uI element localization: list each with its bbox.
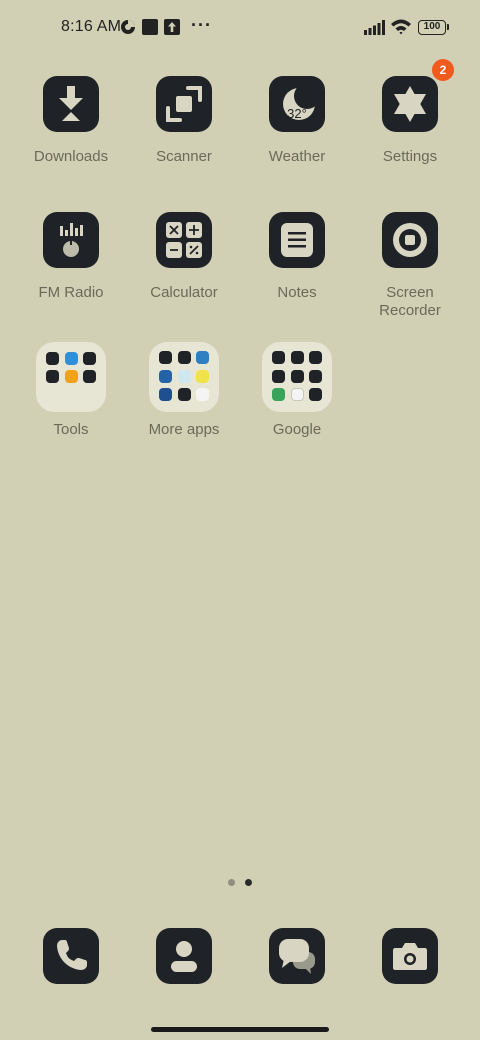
mini-app-icon — [272, 388, 285, 401]
mini-app-icon — [309, 351, 322, 364]
dock-contacts[interactable] — [156, 928, 212, 984]
dock-messages[interactable] — [269, 928, 325, 984]
battery-indicator: 100 — [418, 20, 449, 35]
folder-icon — [36, 342, 106, 412]
mini-app-icon — [46, 370, 59, 383]
wifi-icon — [391, 19, 411, 35]
mini-app-icon — [65, 352, 78, 365]
folder-label: More apps — [148, 421, 220, 438]
app-scanner[interactable]: Scanner — [128, 76, 240, 166]
mini-app-icon — [83, 352, 96, 365]
mini-app-icon — [178, 370, 191, 383]
app-label: Screen Recorder — [379, 284, 441, 319]
camera-icon — [393, 943, 427, 970]
app-label: Weather — [268, 148, 326, 165]
mini-app-icon — [178, 351, 191, 364]
folder-label: Tools — [53, 421, 89, 438]
page-indicator-2[interactable] — [245, 879, 252, 886]
folder-label: Google — [272, 421, 322, 438]
mini-app-icon — [159, 388, 172, 401]
upload-icon — [164, 19, 180, 35]
signal-icon — [364, 20, 385, 35]
mini-app-icon — [46, 352, 59, 365]
data-saver-icon — [121, 20, 135, 34]
folder-google[interactable]: Google — [241, 342, 353, 439]
status-time: 8:16 AM — [61, 18, 122, 35]
app-weather[interactable]: 32° Weather — [241, 76, 353, 166]
app-label: Calculator — [150, 284, 218, 301]
app-label: Downloads — [33, 148, 109, 165]
scanner-icon — [156, 76, 212, 132]
calculator-icon — [156, 212, 212, 268]
mini-app-icon — [83, 370, 96, 383]
mini-app-icon — [159, 351, 172, 364]
weather-icon: 32° — [269, 76, 325, 132]
mini-app-icon — [291, 388, 304, 401]
dock-camera[interactable] — [382, 928, 438, 984]
mini-app-icon — [178, 388, 191, 401]
app-downloads[interactable]: Downloads — [15, 76, 127, 166]
notification-square-icon — [142, 19, 158, 35]
mini-app-icon — [196, 370, 209, 383]
notes-icon — [269, 212, 325, 268]
app-fm-radio[interactable]: FM Radio — [15, 212, 127, 302]
page-indicator-1[interactable] — [228, 879, 235, 886]
app-notes[interactable]: Notes — [241, 212, 353, 302]
status-bar: 8:16 AM ··· 100 — [0, 0, 480, 56]
app-label: Notes — [277, 284, 317, 301]
phone-icon — [57, 940, 87, 970]
mini-app-icon — [272, 351, 285, 364]
weather-temperature: 32° — [287, 106, 307, 121]
more-notifications-icon: ··· — [191, 15, 212, 35]
gesture-bar[interactable] — [151, 1027, 329, 1032]
mini-app-icon — [196, 351, 209, 364]
mini-app-icon — [309, 370, 322, 383]
mini-app-icon — [291, 370, 304, 383]
radio-icon — [43, 212, 99, 268]
folder-icon — [262, 342, 332, 412]
app-label: FM Radio — [38, 284, 104, 301]
mini-app-icon — [196, 388, 209, 401]
contacts-icon — [171, 941, 197, 972]
folder-more-apps[interactable]: More apps — [128, 342, 240, 439]
folder-tools[interactable]: Tools — [15, 342, 127, 439]
notification-badge: 2 — [432, 59, 454, 81]
dock-phone[interactable] — [43, 928, 99, 984]
mini-app-icon — [159, 370, 172, 383]
app-label: Scanner — [156, 148, 212, 165]
folder-icon — [149, 342, 219, 412]
app-settings[interactable]: 2 Settings — [354, 59, 466, 166]
mini-app-icon — [291, 351, 304, 364]
mini-app-icon — [309, 388, 322, 401]
record-icon — [382, 212, 438, 268]
app-label: Settings — [382, 148, 438, 165]
mini-app-icon — [65, 370, 78, 383]
messages-icon — [279, 939, 315, 974]
app-screen-recorder[interactable]: Screen Recorder — [354, 212, 466, 320]
mini-app-icon — [272, 370, 285, 383]
download-icon — [43, 76, 99, 132]
settings-icon: 2 — [382, 59, 454, 132]
app-calculator[interactable]: Calculator — [128, 212, 240, 302]
